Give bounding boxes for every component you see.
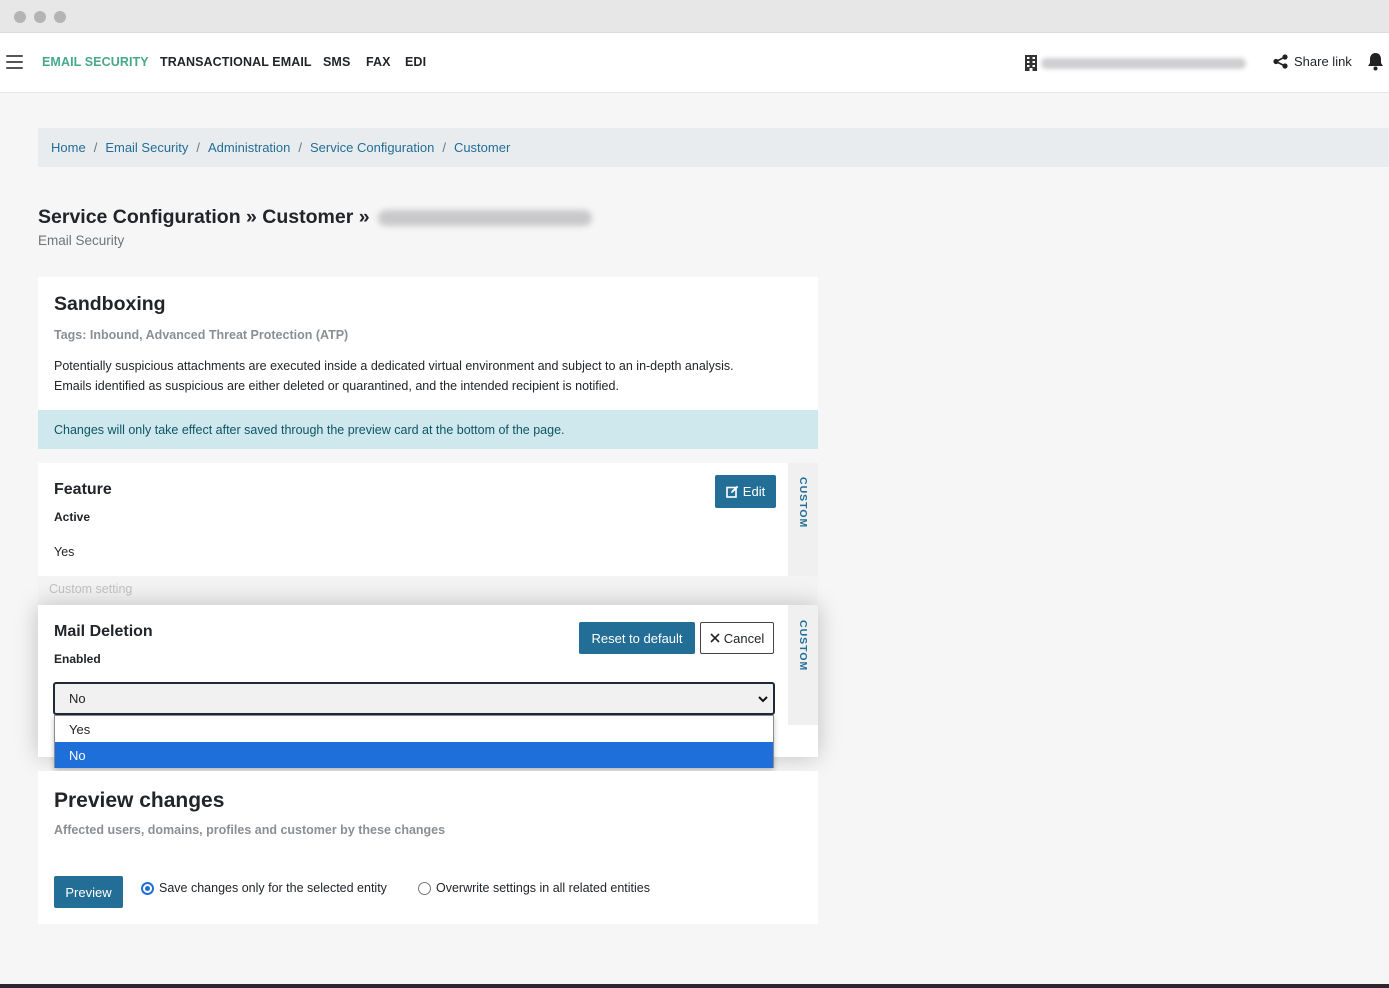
dropdown-option-no[interactable]: No — [55, 742, 773, 768]
window-minimize-dot[interactable] — [34, 11, 46, 23]
breadcrumb-email-security[interactable]: Email Security — [105, 140, 188, 155]
notification-bell-icon[interactable] — [1367, 52, 1384, 71]
mail-deletion-custom-label: CUSTOM — [797, 620, 809, 672]
feature-heading: Feature — [54, 481, 112, 498]
hamburger-menu-icon[interactable] — [6, 55, 23, 69]
sandboxing-heading: Sandboxing — [54, 293, 166, 315]
window-titlebar — [0, 0, 1389, 33]
reset-to-default-button[interactable]: Reset to default — [579, 622, 695, 654]
page-title-text: Service Configuration » Customer » — [38, 206, 370, 228]
window-close-dot[interactable] — [14, 11, 26, 23]
building-icon — [1025, 55, 1037, 71]
feature-card: Feature Active Yes — [38, 463, 788, 576]
nav-email-security[interactable]: EMAIL SECURITY — [42, 55, 149, 69]
mail-deletion-select[interactable]: No — [53, 682, 775, 715]
share-link-button[interactable]: Share link — [1273, 54, 1352, 69]
radio-overwrite-all-label: Overwrite settings in all related entiti… — [436, 881, 650, 895]
nav-edi[interactable]: EDI — [405, 55, 426, 69]
bottom-taskbar-strip — [0, 984, 1389, 988]
nav-fax[interactable]: FAX — [366, 55, 391, 69]
preview-heading: Preview changes — [54, 789, 225, 812]
nav-transactional-email[interactable]: TRANSACTIONAL EMAIL — [160, 55, 312, 69]
preview-changes-card: Preview changes Affected users, domains,… — [38, 771, 818, 924]
radio-save-selected-label: Save changes only for the selected entit… — [159, 881, 387, 895]
breadcrumb-service-configuration[interactable]: Service Configuration — [310, 140, 434, 155]
feature-custom-label: CUSTOM — [797, 477, 809, 529]
page-title: Service Configuration » Customer » — [38, 206, 592, 229]
share-link-label: Share link — [1294, 54, 1352, 69]
feature-active-label: Active — [54, 510, 91, 524]
share-icon — [1273, 54, 1288, 69]
top-navbar: EMAIL SECURITY TRANSACTIONAL EMAIL SMS F… — [0, 33, 1389, 93]
cancel-button[interactable]: Cancel — [700, 622, 774, 654]
customer-name-redacted — [377, 209, 592, 226]
breadcrumb-home[interactable]: Home — [51, 140, 86, 155]
window-maximize-dot[interactable] — [54, 11, 66, 23]
edit-button[interactable]: Edit — [715, 475, 776, 508]
breadcrumb: Home / Email Security / Administration / Se… — [38, 128, 1389, 167]
sandboxing-card: Sandboxing Tags: Inbound, Advanced Threa… — [38, 277, 818, 411]
info-alert: Changes will only take effect after save… — [38, 410, 818, 449]
feature-custom-band: CUSTOM — [788, 463, 818, 576]
mail-deletion-custom-band: CUSTOM — [788, 605, 818, 725]
tenant-name-redacted — [1041, 57, 1246, 69]
mail-deletion-dropdown: Yes No — [54, 715, 774, 768]
page-subtitle: Email Security — [38, 233, 125, 248]
radio-overwrite-all[interactable]: Overwrite settings in all related entiti… — [418, 881, 650, 895]
edit-icon — [725, 485, 739, 498]
sandboxing-tags: Tags: Inbound, Advanced Threat Protectio… — [54, 328, 349, 342]
breadcrumb-customer[interactable]: Customer — [454, 140, 510, 155]
breadcrumb-administration[interactable]: Administration — [208, 140, 290, 155]
custom-setting-label: Custom setting — [38, 576, 818, 606]
preview-button[interactable]: Preview — [54, 876, 123, 908]
sandboxing-desc-line2: Emails identified as suspicious are eith… — [54, 379, 619, 393]
radio-save-selected-circle[interactable] — [141, 881, 154, 895]
edit-button-label: Edit — [742, 484, 766, 499]
dropdown-option-yes[interactable]: Yes — [55, 716, 773, 742]
sandboxing-desc-line1: Potentially suspicious attachments are e… — [54, 359, 734, 373]
radio-overwrite-all-circle[interactable] — [418, 881, 431, 895]
chevron-down-icon — [758, 696, 768, 703]
nav-sms[interactable]: SMS — [323, 55, 350, 69]
tenant-selector[interactable] — [1025, 53, 1246, 73]
preview-subtitle: Affected users, domains, profiles and cu… — [54, 823, 446, 837]
close-icon — [710, 633, 720, 643]
mail-deletion-enabled-label: Enabled — [54, 652, 101, 666]
mail-deletion-selected-value: No — [69, 691, 86, 706]
radio-save-selected[interactable]: Save changes only for the selected entit… — [141, 881, 387, 895]
cancel-button-label: Cancel — [723, 630, 765, 646]
feature-active-value: Yes — [54, 545, 75, 559]
